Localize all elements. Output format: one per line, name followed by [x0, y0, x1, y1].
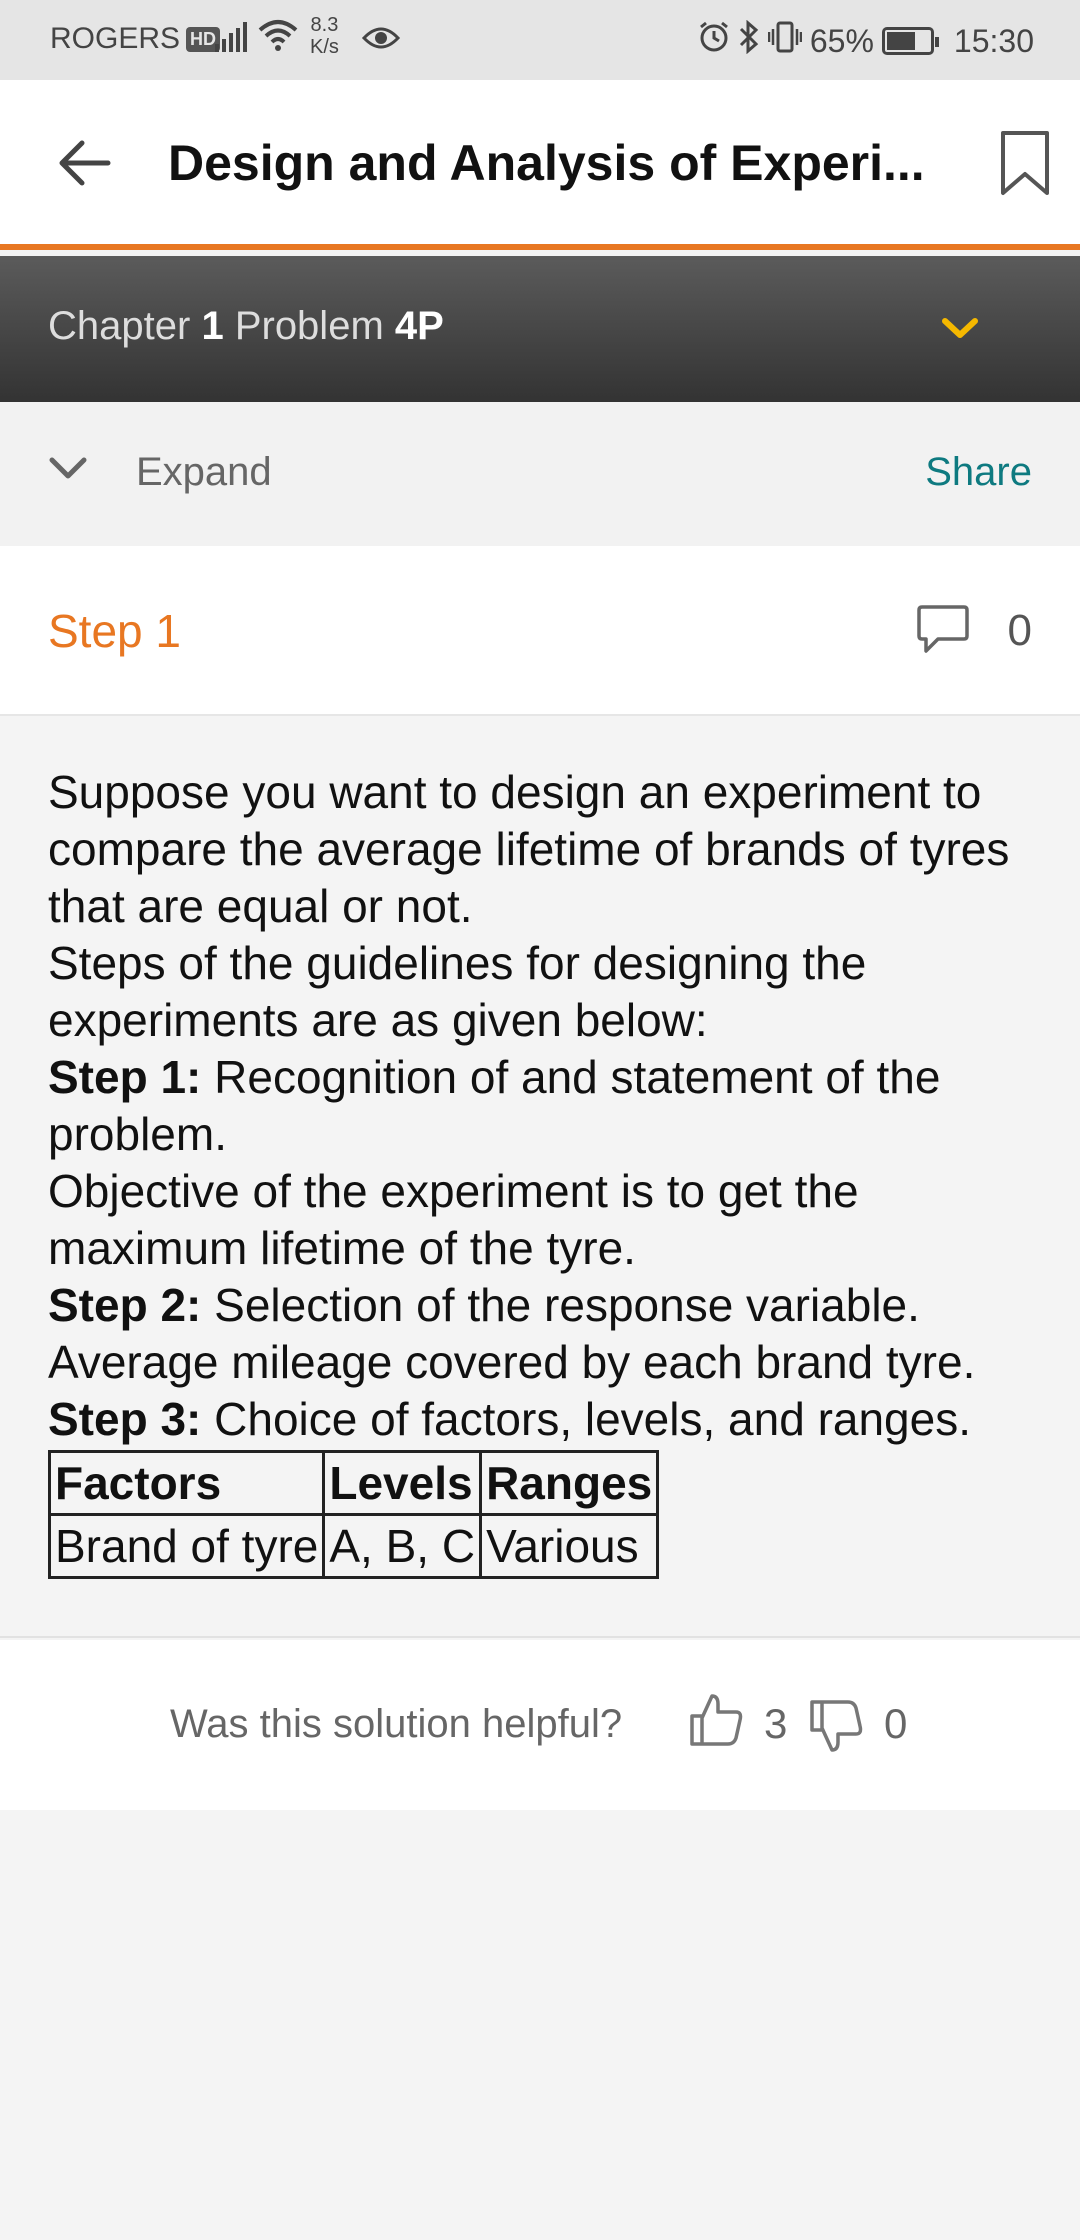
thumbs-up-icon[interactable] [688, 1692, 744, 1753]
thumbs-down-icon[interactable] [808, 1698, 864, 1759]
page-title: Design and Analysis of Experi... [168, 135, 925, 191]
table-header: Levels [322, 1450, 483, 1516]
step-header: Step 1 0 [0, 546, 1080, 716]
step2-label: Step 2: [48, 1279, 202, 1331]
step3-text: Choice of factors, levels, and ranges. [201, 1393, 971, 1445]
chapter-selector[interactable]: Chapter 1 Problem 4P [0, 256, 1080, 402]
chevron-down-icon[interactable] [942, 318, 978, 345]
response-text: Average mileage covered by each brand ty… [48, 1336, 976, 1388]
back-arrow-icon[interactable] [56, 138, 112, 193]
network-speed: 8.3 K/s [310, 14, 339, 58]
chapter-label: Chapter [48, 304, 191, 348]
clock: 15:30 [953, 22, 1034, 59]
speed-unit: K/s [310, 36, 339, 58]
wifi-icon [258, 18, 298, 60]
table-cell: Brand of tyre [47, 1513, 326, 1579]
problem-label: Problem [234, 304, 384, 348]
vibrate-icon [767, 21, 803, 61]
feedback-question: Was this solution helpful? [170, 1702, 623, 1746]
expand-chevron-icon[interactable] [48, 454, 88, 489]
thumbs-up-count: 3 [764, 1700, 788, 1747]
step3-label: Step 3: [48, 1393, 202, 1445]
signal-icon [215, 22, 249, 60]
step-label: Step 1 [48, 605, 181, 657]
comment-icon[interactable] [916, 604, 970, 661]
factors-table: Factors Levels Ranges Brand of tyre A, B… [47, 1450, 660, 1579]
share-button[interactable]: Share [925, 450, 1032, 495]
thumbs-down-count: 0 [884, 1700, 908, 1747]
table-header-row: Factors Levels Ranges [47, 1450, 660, 1516]
solution-body: Suppose you want to design an experiment… [47, 764, 1048, 1579]
feedback-bar: Was this solution helpful? 3 0 [0, 1640, 1080, 1810]
battery-icon [881, 27, 939, 55]
bookmark-icon[interactable] [1000, 130, 1050, 201]
table-header: Factors [47, 1450, 326, 1516]
objective-text: Objective of the experiment is to get th… [48, 1165, 859, 1274]
expand-share-bar: Expand Share [0, 402, 1080, 546]
intro-text: Suppose you want to design an experiment… [48, 766, 1010, 932]
chapter-number: 1 [201, 304, 224, 348]
problem-number: 4P [394, 304, 444, 348]
carrier: ROGERS HD [50, 22, 221, 56]
step1-label: Step 1: [48, 1051, 202, 1103]
step2-line: Step 2: Selection of the response variab… [48, 1277, 1048, 1334]
eye-icon [361, 24, 401, 60]
comment-count: 0 [1007, 606, 1032, 655]
bluetooth-icon [738, 19, 760, 62]
speed-value: 8.3 [310, 14, 339, 36]
table-header: Ranges [479, 1450, 660, 1516]
expand-button[interactable]: Expand [136, 450, 272, 495]
step2-text: Selection of the response variable. [201, 1279, 920, 1331]
chapter-problem-label: Chapter 1 Problem 4P [48, 304, 444, 349]
status-bar: ROGERS HD 8.3 K/s 65% 15:30 [0, 0, 1080, 80]
app-bar: Design and Analysis of Experi... [0, 80, 1080, 250]
table-cell: A, B, C [322, 1513, 483, 1579]
carrier-name: ROGERS [50, 22, 181, 55]
solution-content: Suppose you want to design an experiment… [0, 716, 1080, 1638]
step1-line: Step 1: Recognition of and statement of … [48, 1049, 1048, 1163]
guidelines-intro: Steps of the guidelines for designing th… [48, 937, 867, 1046]
status-right: 65% 15:30 [698, 19, 1034, 62]
table-row: Brand of tyre A, B, C Various [47, 1513, 660, 1579]
step3-line: Step 3: Choice of factors, levels, and r… [48, 1391, 1048, 1448]
alarm-icon [698, 21, 730, 61]
battery-percent: 65% [809, 22, 874, 59]
table-cell: Various [479, 1513, 660, 1579]
